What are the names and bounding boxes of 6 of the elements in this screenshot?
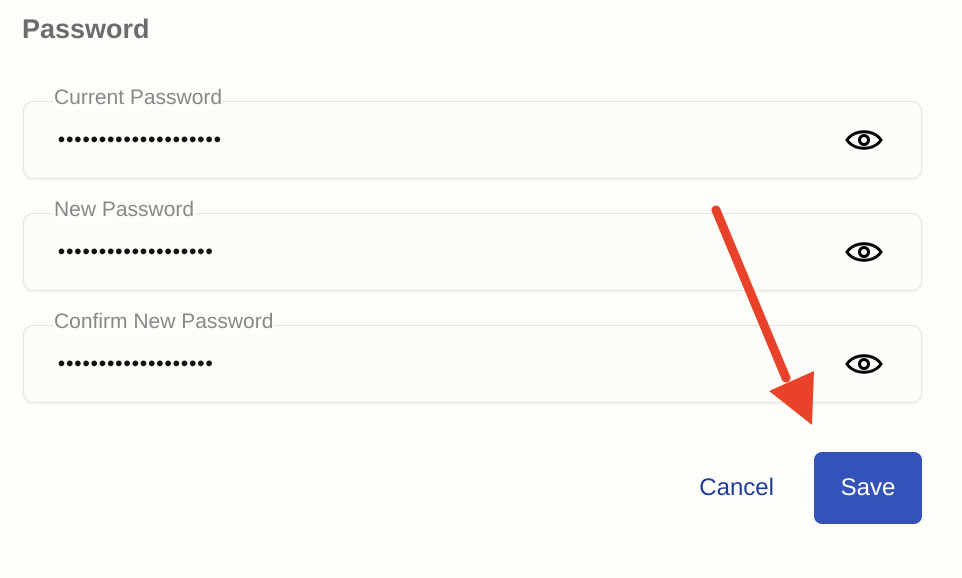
save-button[interactable]: Save [814, 452, 922, 524]
password-value: ••••••••••••••••••• [58, 240, 214, 264]
cancel-button[interactable]: Cancel [699, 464, 774, 512]
password-value: •••••••••••••••••••• [58, 128, 222, 152]
password-value: ••••••••••••••••••• [58, 352, 214, 376]
section-title: Password [22, 14, 150, 45]
